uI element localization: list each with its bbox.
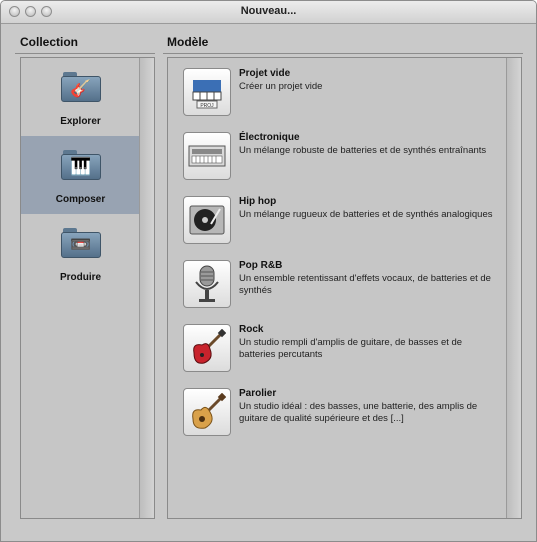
collection-item-produire[interactable]: 📼 Produire [21,214,140,292]
model-heading: Modèle [167,35,209,49]
collection-scrollbar[interactable] [139,58,154,518]
template-parolier[interactable]: Parolier Un studio idéal : des basses, u… [183,388,503,444]
model-divider [163,53,523,54]
collection-heading: Collection [20,35,79,49]
template-description: Un studio rempli d'amplis de guitare, de… [239,337,463,360]
collection-divider [15,53,155,54]
window-title: Nouveau... [240,5,297,17]
turntable-icon [183,196,231,244]
template-description: Un studio idéal : des basses, une batter… [239,401,478,424]
synth-icon [183,132,231,180]
empty-project-icon: PROJ [183,68,231,116]
project-badge: PROJ [200,103,214,109]
guitar-icon: 🎸 [61,72,101,102]
collection-item-label: Composer [55,194,106,205]
template-rock[interactable]: Rock Un studio rempli d'amplis de guitar… [183,324,503,380]
template-description: Un mélange rugueux de batteries et de sy… [239,209,493,220]
tape-recorder-icon: 📼 [61,228,101,258]
template-title: Projet vide [239,68,291,79]
microphone-icon [183,260,231,308]
template-description: Créer un projet vide [239,81,323,92]
electric-guitar-icon [183,324,231,372]
collection-item-composer[interactable]: 🎹 Composer [21,136,140,214]
template-hip-hop[interactable]: Hip hop Un mélange rugueux de batteries … [183,196,503,252]
template-title: Électronique [239,132,300,143]
template-description: Un mélange robuste de batteries et de sy… [239,145,487,156]
template-electronique[interactable]: Électronique Un mélange robuste de batte… [183,132,503,188]
collection-item-label: Produire [59,272,102,283]
bottom-bar [1,523,536,541]
template-scrollbar[interactable] [506,58,521,518]
template-title: Hip hop [239,196,277,207]
template-projet-vide[interactable]: PROJ Projet vide Créer un projet vide [183,68,503,124]
template-title: Rock [239,324,264,335]
template-title: Parolier [239,388,277,399]
template-pop-rnb[interactable]: Pop R&B Un ensemble retentissant d'effet… [183,260,503,316]
template-title: Pop R&B [239,260,283,271]
template-description: Un ensemble retentissant d'effets vocaux… [239,273,491,296]
acoustic-guitar-icon [183,388,231,436]
new-project-window: Nouveau... Collection Modèle 🎸 Explorer … [0,0,537,542]
piano-icon: 🎹 [61,150,101,180]
title-bar: Nouveau... [1,1,536,24]
template-list: PROJ Projet vide Créer un projet vide Él… [167,57,522,519]
collection-item-explorer[interactable]: 🎸 Explorer [21,58,140,136]
collection-item-label: Explorer [60,116,101,127]
collection-list: 🎸 Explorer 🎹 Composer 📼 Produire [20,57,155,519]
